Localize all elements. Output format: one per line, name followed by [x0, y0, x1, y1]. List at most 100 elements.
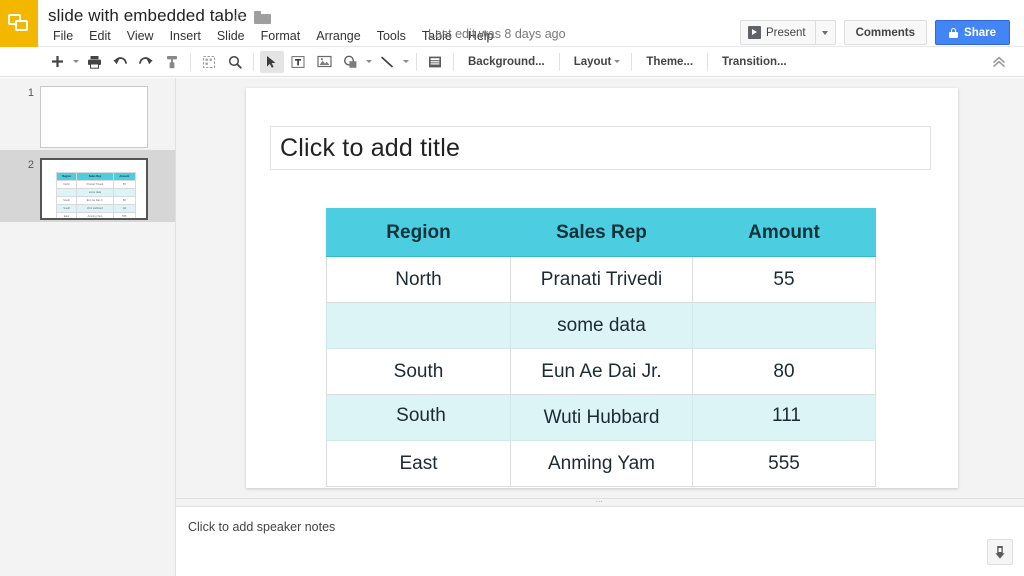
- text-box-button[interactable]: [286, 51, 310, 73]
- zoom-button[interactable]: [223, 51, 247, 73]
- menu-edit[interactable]: Edit: [81, 27, 119, 45]
- last-edit-status[interactable]: Last edit was 8 days ago: [428, 27, 566, 41]
- table-cell[interactable]: North: [326, 256, 511, 303]
- notes-resize-handle[interactable]: ⋯: [176, 498, 1024, 507]
- slide-number: 2: [27, 159, 34, 171]
- present-dropdown-button[interactable]: [814, 21, 835, 44]
- redo-icon: [139, 56, 153, 64]
- menu-view[interactable]: View: [119, 27, 162, 45]
- theme-button[interactable]: Theme...: [637, 51, 702, 73]
- paint-format-button[interactable]: [160, 51, 184, 73]
- slide-table[interactable]: Region Sales Rep Amount North Pranati Tr…: [326, 208, 876, 487]
- folder-icon[interactable]: [254, 11, 272, 24]
- table-cell[interactable]: Anming Yam: [510, 440, 693, 487]
- layout-button-label: Layout: [573, 55, 612, 68]
- table-cell[interactable]: Pranati Trivedi: [510, 256, 693, 303]
- select-tool-button[interactable]: [260, 50, 284, 73]
- table-cell[interactable]: East: [326, 440, 511, 487]
- chevron-down-icon: [822, 30, 829, 35]
- table-header-amount[interactable]: Amount: [692, 208, 876, 257]
- new-slide-dropdown[interactable]: [70, 51, 81, 73]
- zoom-fit-button[interactable]: [197, 51, 221, 73]
- table-row: South Wuti Hubbard 111: [326, 394, 876, 441]
- slide-thumbnail[interactable]: Region Sales Rep Amount North Pranati Trive…: [40, 158, 148, 220]
- title-placeholder[interactable]: Click to add title: [270, 126, 931, 170]
- menu-insert[interactable]: Insert: [162, 27, 209, 45]
- print-icon: [87, 55, 101, 69]
- insert-line-button[interactable]: [375, 51, 399, 73]
- shape-dropdown[interactable]: [363, 51, 374, 73]
- slide-number: 1: [27, 87, 34, 99]
- table-cell[interactable]: [326, 302, 511, 349]
- table-cell[interactable]: [692, 302, 876, 349]
- shape-icon: [343, 55, 356, 68]
- menu-slide[interactable]: Slide: [209, 27, 253, 45]
- table-header-region[interactable]: Region: [326, 208, 511, 257]
- print-button[interactable]: [82, 51, 106, 73]
- table-cell[interactable]: 80: [692, 348, 876, 395]
- menu-arrange[interactable]: Arrange: [308, 27, 368, 45]
- comments-label: Comments: [855, 26, 916, 39]
- slides-logo-glyph: [8, 13, 30, 34]
- table-cell[interactable]: 111: [692, 394, 876, 441]
- layout-button[interactable]: Layout: [565, 51, 627, 73]
- line-dropdown[interactable]: [400, 51, 411, 73]
- undo-icon: [113, 56, 127, 64]
- comments-button[interactable]: Comments: [843, 20, 928, 45]
- table-cell[interactable]: some data: [510, 302, 693, 349]
- undo-button[interactable]: [108, 51, 132, 73]
- table-header-sales-rep[interactable]: Sales Rep: [510, 208, 693, 257]
- slides-editor-window: slide with embedded table ☆ File Edit Vi…: [0, 0, 1024, 576]
- collapse-toolbar-button[interactable]: [988, 51, 1010, 73]
- share-label: Share: [964, 26, 996, 39]
- app-header: slide with embedded table ☆ File Edit Vi…: [0, 0, 1024, 47]
- main-toolbar: Background... Layout Theme... Transition…: [0, 47, 1024, 77]
- layout-icon-button[interactable]: [423, 51, 447, 73]
- double-chevron-up-icon: [993, 56, 1005, 67]
- star-outline-icon[interactable]: ☆: [231, 10, 246, 25]
- image-icon: [316, 55, 332, 68]
- filmstrip-slide-2[interactable]: 2 Region Sales Rep Amount North Pranati Tri…: [0, 150, 175, 222]
- new-slide-button[interactable]: [45, 51, 69, 73]
- line-icon: [381, 56, 393, 67]
- insert-image-button[interactable]: [312, 51, 336, 73]
- menu-tools[interactable]: Tools: [369, 27, 414, 45]
- filmstrip-slide-1[interactable]: 1: [0, 78, 175, 150]
- document-title[interactable]: slide with embedded table: [48, 6, 247, 26]
- text-box-icon: [291, 55, 305, 68]
- table-cell[interactable]: Wuti Hubbard: [510, 394, 693, 441]
- present-label: Present: [765, 26, 806, 39]
- slide-canvas[interactable]: Click to add title Region Sales Rep Amou…: [246, 88, 958, 488]
- explore-icon: [995, 545, 1005, 559]
- drag-grip-icon: ⋯: [595, 499, 605, 506]
- slides-logo-icon[interactable]: [0, 0, 38, 47]
- speaker-notes-placeholder[interactable]: Click to add speaker notes: [188, 520, 335, 534]
- menu-format[interactable]: Format: [253, 27, 309, 45]
- zoom-fit-icon: [202, 55, 216, 68]
- background-button[interactable]: Background...: [459, 51, 554, 73]
- table-cell[interactable]: South: [326, 394, 511, 441]
- table-cell[interactable]: South: [326, 348, 511, 395]
- cursor-arrow-icon: [267, 55, 276, 68]
- redo-button[interactable]: [134, 51, 158, 73]
- toolbar-group-insert: [259, 47, 411, 76]
- speaker-notes-pane[interactable]: Click to add speaker notes: [176, 507, 1024, 576]
- table-cell[interactable]: 55: [692, 256, 876, 303]
- table-row: East Anming Yam 555: [326, 440, 876, 487]
- share-button[interactable]: Share: [935, 20, 1010, 45]
- transition-button[interactable]: Transition...: [713, 51, 796, 73]
- table-cell[interactable]: 555: [692, 440, 876, 487]
- explore-button[interactable]: [987, 539, 1013, 565]
- slide-thumbnail[interactable]: [40, 86, 148, 148]
- slide-filmstrip[interactable]: 1 2 Region Sales Rep Amount North Pranati T…: [0, 78, 176, 576]
- toolbar-group-slide: Background... Layout Theme... Transition…: [422, 47, 796, 76]
- insert-shape-button[interactable]: [338, 51, 362, 73]
- toolbar-group-file: [44, 47, 185, 76]
- present-button[interactable]: Present: [739, 20, 836, 45]
- menu-file[interactable]: File: [45, 27, 81, 45]
- lock-icon: [949, 27, 959, 38]
- table-row: some data: [326, 302, 876, 349]
- table-cell[interactable]: Eun Ae Dai Jr.: [510, 348, 693, 395]
- slide-editor-area[interactable]: Click to add title Region Sales Rep Amou…: [176, 78, 1024, 498]
- chevron-down-icon: [611, 51, 622, 73]
